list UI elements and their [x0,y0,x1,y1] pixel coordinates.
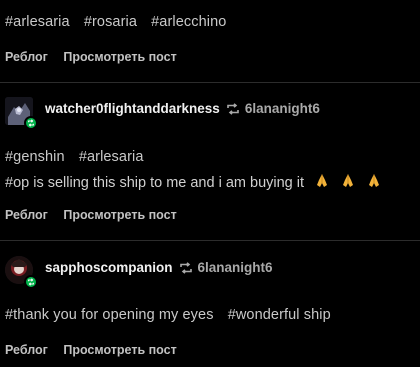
folded-hands-emoji-icon [314,173,330,193]
post2-header: watcher0flightanddarkness 6lananight6 [5,97,415,130]
reblog-link[interactable]: Реблог [5,50,48,64]
post1-actions: Реблог Просмотреть пост [5,50,189,64]
view-post-link[interactable]: Просмотреть пост [63,343,176,357]
reblogged-from-link[interactable]: 6lananight6 [245,101,320,116]
post-text: #op is selling this ship to me and i am … [5,175,305,191]
reblog-feed: #arlesaria #rosaria #arlecchino Реблог П… [0,0,420,367]
username-link[interactable]: watcher0flightanddarkness [45,101,220,116]
tag-link[interactable]: #genshin [5,149,65,165]
folded-hands-emoji-icon [366,173,382,193]
post2-name-line: watcher0flightanddarkness 6lananight6 [45,101,320,116]
tag-link[interactable]: #thank you for opening my eyes [5,307,214,323]
divider [0,240,420,241]
post3-header: sapphoscompanion 6lananight6 [5,256,415,289]
reblog-link[interactable]: Реблог [5,208,48,222]
post2-body: #op is selling this ship to me and i am … [5,173,382,193]
reblog-badge-icon [24,116,38,130]
view-post-link[interactable]: Просмотреть пост [63,208,176,222]
divider [0,82,420,83]
avatar[interactable] [5,97,38,130]
reblog-icon [179,261,193,274]
post2-tags: #genshin #arlesaria [5,149,153,165]
reblog-badge-icon [24,275,38,289]
post2-actions: Реблог Просмотреть пост [5,208,189,222]
post3-actions: Реблог Просмотреть пост [5,343,189,357]
post3-name-line: sapphoscompanion 6lananight6 [45,260,273,275]
username-link[interactable]: sapphoscompanion [45,260,173,275]
tag-link[interactable]: #arlecchino [151,14,226,30]
reblog-icon [226,102,240,115]
reblogged-from-link[interactable]: 6lananight6 [198,260,273,275]
tag-link[interactable]: #arlesaria [5,14,70,30]
avatar[interactable] [5,256,38,289]
folded-hands-emoji-icon [340,173,356,193]
post3-tags: #thank you for opening my eyes #wonderfu… [5,307,341,323]
post1-tags: #arlesaria #rosaria #arlecchino [5,14,236,30]
tag-link[interactable]: #arlesaria [79,149,144,165]
tag-link[interactable]: #wonderful ship [228,307,331,323]
view-post-link[interactable]: Просмотреть пост [63,50,176,64]
tag-link[interactable]: #rosaria [84,14,137,30]
reblog-link[interactable]: Реблог [5,343,48,357]
